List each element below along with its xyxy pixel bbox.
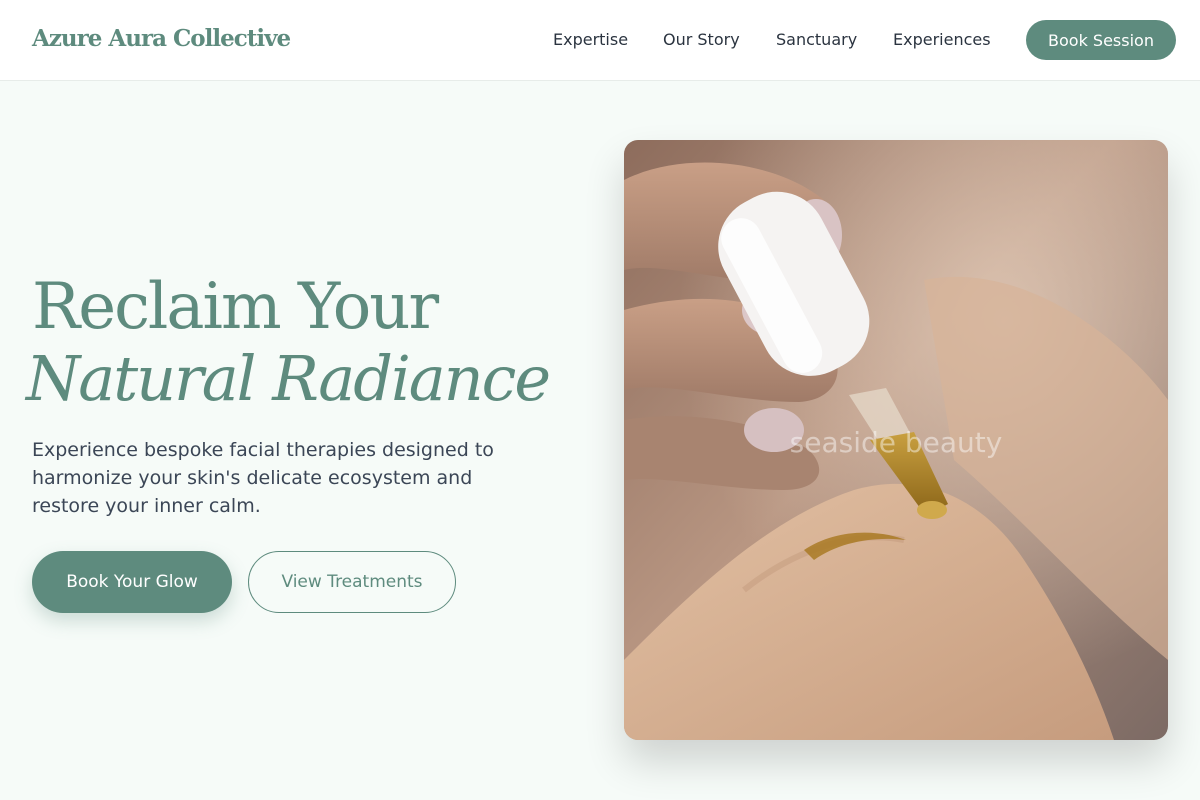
nav-link-experiences[interactable]: Experiences bbox=[893, 30, 991, 49]
brand-logo[interactable]: Azure Aura Collective bbox=[32, 25, 291, 52]
site-header: Azure Aura Collective Expertise Our Stor… bbox=[0, 0, 1200, 81]
view-treatments-button[interactable]: View Treatments bbox=[248, 551, 456, 613]
hero-title-line-1: Reclaim Your bbox=[32, 270, 439, 344]
hero-description: Experience bespoke facial therapies desi… bbox=[32, 439, 494, 517]
hero-title-line-2: Natural Radiance bbox=[26, 342, 551, 415]
nav-link-our-story[interactable]: Our Story bbox=[663, 30, 740, 49]
nav-link-sanctuary[interactable]: Sanctuary bbox=[776, 30, 857, 49]
book-your-glow-button[interactable]: Book Your Glow bbox=[32, 551, 232, 613]
serum-dropper-photo bbox=[624, 140, 1168, 740]
book-session-button[interactable]: Book Session bbox=[1026, 20, 1176, 60]
hero-title: Reclaim Your Natural Radiance bbox=[26, 268, 551, 412]
hero-image: seaside beauty bbox=[624, 140, 1168, 740]
nav-link-expertise[interactable]: Expertise bbox=[553, 30, 628, 49]
